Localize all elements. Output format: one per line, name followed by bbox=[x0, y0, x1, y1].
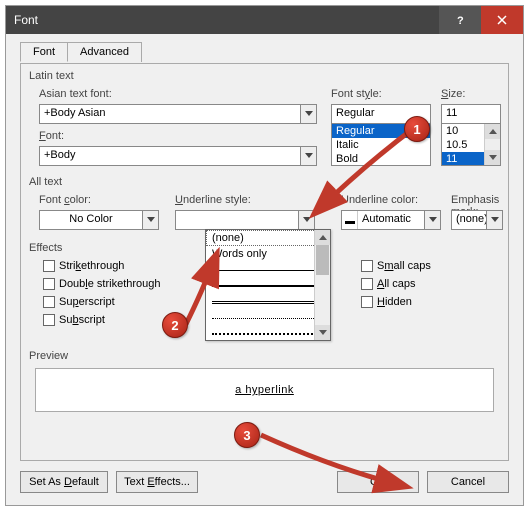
preview-text: a hyperlink bbox=[235, 384, 294, 396]
font-color-label: Font color: bbox=[39, 194, 91, 206]
tab-font[interactable]: Font bbox=[20, 42, 68, 62]
chevron-down-icon bbox=[424, 211, 440, 229]
size-label: Size: bbox=[441, 88, 465, 100]
font-color-combo[interactable]: No Color bbox=[39, 210, 159, 230]
ok-button[interactable]: OK bbox=[337, 471, 419, 493]
scroll-thumb[interactable] bbox=[316, 245, 329, 275]
scrollbar[interactable] bbox=[314, 230, 330, 340]
cancel-button[interactable]: Cancel bbox=[427, 471, 509, 493]
strikethrough-checkbox[interactable]: Strikethrough bbox=[43, 260, 124, 272]
chevron-down-icon bbox=[300, 147, 316, 165]
marker-2: 2 bbox=[162, 312, 188, 338]
panel: Latin text Asian text font: +Body Asian … bbox=[20, 63, 509, 461]
marker-3: 3 bbox=[234, 422, 260, 448]
list-item[interactable]: Bold bbox=[332, 152, 430, 166]
asian-font-combo[interactable]: +Body Asian bbox=[39, 104, 317, 124]
dropdown-item-words[interactable]: Words only bbox=[206, 246, 330, 262]
subscript-checkbox[interactable]: Subscript bbox=[43, 314, 105, 326]
latin-group: Latin text bbox=[29, 70, 74, 82]
underline-style-label: Underline style: bbox=[175, 194, 251, 206]
preview-label: Preview bbox=[29, 350, 68, 362]
font-combo[interactable]: +Body bbox=[39, 146, 317, 166]
tab-advanced[interactable]: Advanced bbox=[67, 42, 142, 62]
dropdown-item-line[interactable] bbox=[206, 278, 330, 294]
dropdown-item-line[interactable] bbox=[206, 262, 330, 278]
help-button[interactable]: ? bbox=[439, 6, 481, 34]
underline-style-dropdown[interactable]: (none) Words only bbox=[205, 229, 331, 341]
asian-font-label: Asian text font: bbox=[39, 88, 112, 100]
emphasis-combo[interactable]: (none) bbox=[451, 210, 503, 230]
svg-text:?: ? bbox=[457, 15, 464, 25]
auto-color-icon bbox=[342, 211, 358, 229]
close-button[interactable] bbox=[481, 6, 523, 34]
scroll-down-icon[interactable] bbox=[315, 325, 330, 340]
font-style-label: Font style: bbox=[331, 88, 382, 100]
font-label: Font: bbox=[39, 130, 64, 142]
titlebar: Font ? bbox=[6, 6, 523, 34]
preview-box: a hyperlink bbox=[35, 368, 494, 412]
double-strikethrough-checkbox[interactable]: Double strikethrough bbox=[43, 278, 161, 290]
chevron-down-icon bbox=[486, 211, 502, 229]
scroll-down-icon[interactable] bbox=[485, 150, 500, 165]
scroll-up-icon[interactable] bbox=[485, 124, 500, 139]
text-effects-button[interactable]: Text Effects... bbox=[116, 471, 198, 493]
underline-style-combo[interactable] bbox=[175, 210, 315, 230]
smallcaps-checkbox[interactable]: Small caps bbox=[361, 260, 431, 272]
set-as-default-button[interactable]: Set As Default bbox=[20, 471, 108, 493]
dropdown-item-none[interactable]: (none) bbox=[206, 230, 330, 246]
size-input[interactable]: 11 bbox=[441, 104, 501, 124]
dropdown-item-line[interactable] bbox=[206, 310, 330, 326]
dropdown-item-line[interactable] bbox=[206, 326, 330, 342]
superscript-checkbox[interactable]: Superscript bbox=[43, 296, 115, 308]
scrollbar[interactable] bbox=[484, 124, 500, 165]
window-title: Font bbox=[6, 13, 439, 27]
alltext-group: All text bbox=[29, 176, 62, 188]
underline-color-label: Underline color: bbox=[341, 194, 418, 206]
hidden-checkbox[interactable]: Hidden bbox=[361, 296, 412, 308]
effects-group: Effects bbox=[29, 242, 62, 254]
underline-color-combo[interactable]: Automatic bbox=[341, 210, 441, 230]
chevron-down-icon bbox=[298, 211, 314, 229]
dropdown-item-line[interactable] bbox=[206, 294, 330, 310]
size-list[interactable]: 10 10.5 11 bbox=[441, 123, 501, 166]
chevron-down-icon bbox=[142, 211, 158, 229]
allcaps-checkbox[interactable]: All caps bbox=[361, 278, 416, 290]
chevron-down-icon bbox=[300, 105, 316, 123]
scroll-up-icon[interactable] bbox=[315, 230, 330, 245]
marker-1: 1 bbox=[404, 116, 430, 142]
